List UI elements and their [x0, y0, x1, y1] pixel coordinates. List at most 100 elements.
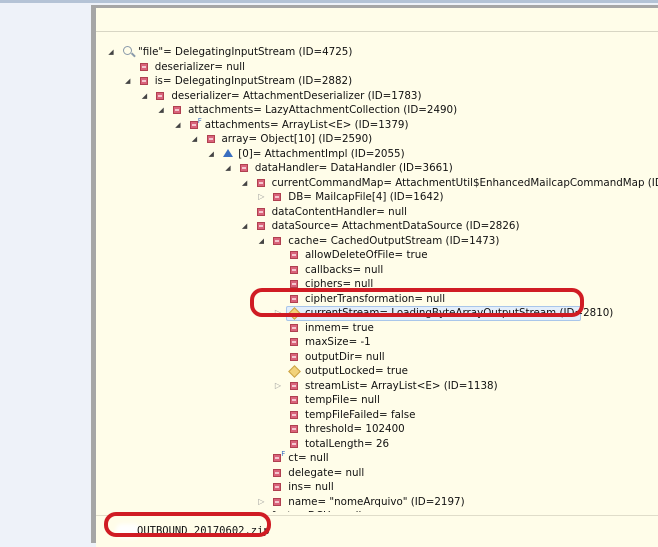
field-icon: [290, 411, 298, 419]
tree-row[interactable]: threshold= 102400: [275, 422, 658, 436]
annotation-oval-filename: [104, 512, 271, 537]
tree-row[interactable]: allowDeleteOfFile= true: [275, 248, 658, 262]
tree-row[interactable]: inmem= true: [275, 321, 658, 335]
tree-row[interactable]: ins= null: [258, 480, 658, 494]
field-icon: [140, 63, 148, 71]
tree-row-label: cache= CachedOutputStream (ID=1473): [288, 234, 499, 248]
field-icon: [240, 164, 248, 172]
tree-row[interactable]: ◢ cache= CachedOutputStream (ID=1473): [258, 234, 658, 248]
field-icon: [257, 179, 265, 187]
tree-row-label: dataContentHandler= null: [272, 205, 407, 219]
collapsed-arrow-icon[interactable]: ▷: [273, 379, 283, 393]
tree-row[interactable]: ◢ currentCommandMap= AttachmentUtil$Enhan…: [242, 176, 658, 190]
field-icon: [273, 498, 281, 506]
tree-row[interactable]: Fct= null: [258, 451, 658, 465]
tree-row[interactable]: ▷DB= MailcapFile[4] (ID=1642): [258, 190, 658, 204]
expanded-arrow-icon[interactable]: ◢: [206, 147, 216, 161]
tree-row-label: deserializer= AttachmentDeserializer (ID…: [171, 89, 421, 103]
field-icon: [290, 266, 298, 274]
tree-row[interactable]: deserializer= null: [125, 60, 605, 74]
tree-row[interactable]: factoryDCH= null: [242, 509, 658, 512]
final-marker-icon: F: [281, 447, 285, 461]
collapsed-arrow-icon[interactable]: ▷: [256, 190, 266, 204]
collapsed-arrow-icon[interactable]: ▷: [256, 495, 266, 509]
tree-row[interactable]: ◢ "file"= DelegatingInputStream (ID=4725): [108, 45, 588, 59]
tree-row[interactable]: ◢ dataSource= AttachmentDataSource (ID=28…: [242, 219, 658, 233]
field-icon: [290, 382, 298, 390]
expanded-arrow-icon[interactable]: ◢: [190, 132, 200, 146]
tree-row[interactable]: ▷ name= "nomeArquivo" (ID=2197): [258, 495, 658, 509]
tree-row[interactable]: ◢ [0]= AttachmentImpl (ID=2055): [208, 147, 658, 161]
field-icon: [290, 396, 298, 404]
variables-view: ◢ "file"= DelegatingInputStream (ID=4725)…: [91, 5, 658, 543]
tree-row-label: outputLocked= true: [305, 364, 408, 378]
field-icon: [207, 135, 215, 143]
tree-row-label: currentCommandMap= AttachmentUtil$Enhanc…: [272, 176, 658, 190]
final-field-icon: [190, 121, 198, 129]
field-icon: [273, 483, 281, 491]
tree-row-label: tempFileFailed= false: [305, 408, 415, 422]
tree-row-label: inmem= true: [305, 321, 374, 335]
tree-row[interactable]: ◢array= Object[10] (ID=2590): [192, 132, 658, 146]
tree-row-label: is= DelegatingInputStream (ID=2882): [155, 74, 352, 88]
tree-row[interactable]: outputDir= null: [275, 350, 658, 364]
window-top-border: [0, 0, 658, 3]
expanded-arrow-icon[interactable]: ◢: [156, 103, 166, 117]
expanded-arrow-icon[interactable]: ◢: [256, 234, 266, 248]
tree-row-label: maxSize= -1: [305, 335, 371, 349]
expanded-arrow-icon[interactable]: ◢: [223, 161, 233, 175]
tree-row[interactable]: outputLocked= true: [275, 364, 658, 378]
triangle-icon: [223, 149, 233, 157]
field-icon: [290, 338, 298, 346]
expanded-arrow-icon[interactable]: ◢: [173, 118, 183, 132]
tree-row-label: streamList= ArrayList<E> (ID=1138): [305, 379, 498, 393]
tree-row[interactable]: dataContentHandler= null: [242, 205, 658, 219]
tree-row[interactable]: delegate= null: [258, 466, 658, 480]
field-icon: [257, 208, 265, 216]
tree-row-label: name= "nomeArquivo" (ID=2197): [288, 495, 464, 509]
field-icon: [290, 440, 298, 448]
diamond-icon: [288, 365, 301, 378]
tree-row[interactable]: maxSize= -1: [275, 335, 658, 349]
tree-row-label: totalLength= 26: [305, 437, 389, 451]
expanded-arrow-icon[interactable]: ◢: [123, 74, 133, 88]
tree-row-label: deserializer= null: [155, 60, 245, 74]
tree-row-label: dataSource= AttachmentDataSource (ID=282…: [272, 219, 520, 233]
tree-row[interactable]: callbacks= null: [275, 263, 658, 277]
tree-row-label: threshold= 102400: [305, 422, 405, 436]
tree-row-label: "file"= DelegatingInputStream (ID=4725): [138, 45, 352, 59]
view-header: [96, 8, 658, 32]
field-icon: [290, 353, 298, 361]
field-icon: [290, 280, 298, 288]
tree-row-label: delegate= null: [288, 466, 364, 480]
tree-row-label: dataHandler= DataHandler (ID=3661): [255, 161, 453, 175]
field-icon: [140, 77, 148, 85]
field-icon: [273, 237, 281, 245]
field-icon: [290, 251, 298, 259]
tree-row-label: allowDeleteOfFile= true: [305, 248, 428, 262]
tree-row[interactable]: ◢Fattachments= ArrayList<E> (ID=1379): [175, 118, 655, 132]
expanded-arrow-icon[interactable]: ◢: [240, 219, 250, 233]
tree-row-label: tempFile= null: [305, 393, 380, 407]
tree-row[interactable]: ◢ deserializer= AttachmentDeserializer (I…: [141, 89, 621, 103]
field-icon: [173, 106, 181, 114]
tree-row[interactable]: tempFile= null: [275, 393, 658, 407]
variables-tree[interactable]: ◢ "file"= DelegatingInputStream (ID=4725)…: [96, 37, 658, 512]
tree-row[interactable]: ◢ is= DelegatingInputStream (ID=2882): [125, 74, 605, 88]
annotation-oval-current-stream: [250, 288, 584, 317]
expanded-arrow-icon[interactable]: ◢: [106, 45, 116, 59]
tree-row[interactable]: ▷ streamList= ArrayList<E> (ID=1138): [275, 379, 658, 393]
tree-row-label: ins= null: [288, 480, 333, 494]
tree-row-label: callbacks= null: [305, 263, 383, 277]
field-icon: [257, 222, 265, 230]
tree-row-label: attachments= ArrayList<E> (ID=1379): [205, 118, 409, 132]
field-icon: [273, 193, 281, 201]
tree-row[interactable]: ◢ dataHandler= DataHandler (ID=3661): [225, 161, 658, 175]
final-marker-icon: F: [198, 114, 202, 128]
expanded-arrow-icon[interactable]: ◢: [139, 89, 149, 103]
tree-row[interactable]: totalLength= 26: [275, 437, 658, 451]
tree-row-label: [0]= AttachmentImpl (ID=2055): [238, 147, 404, 161]
tree-row[interactable]: tempFileFailed= false: [275, 408, 658, 422]
expanded-arrow-icon[interactable]: ◢: [240, 176, 250, 190]
tree-row[interactable]: ◢attachments= LazyAttachmentCollection (…: [158, 103, 638, 117]
